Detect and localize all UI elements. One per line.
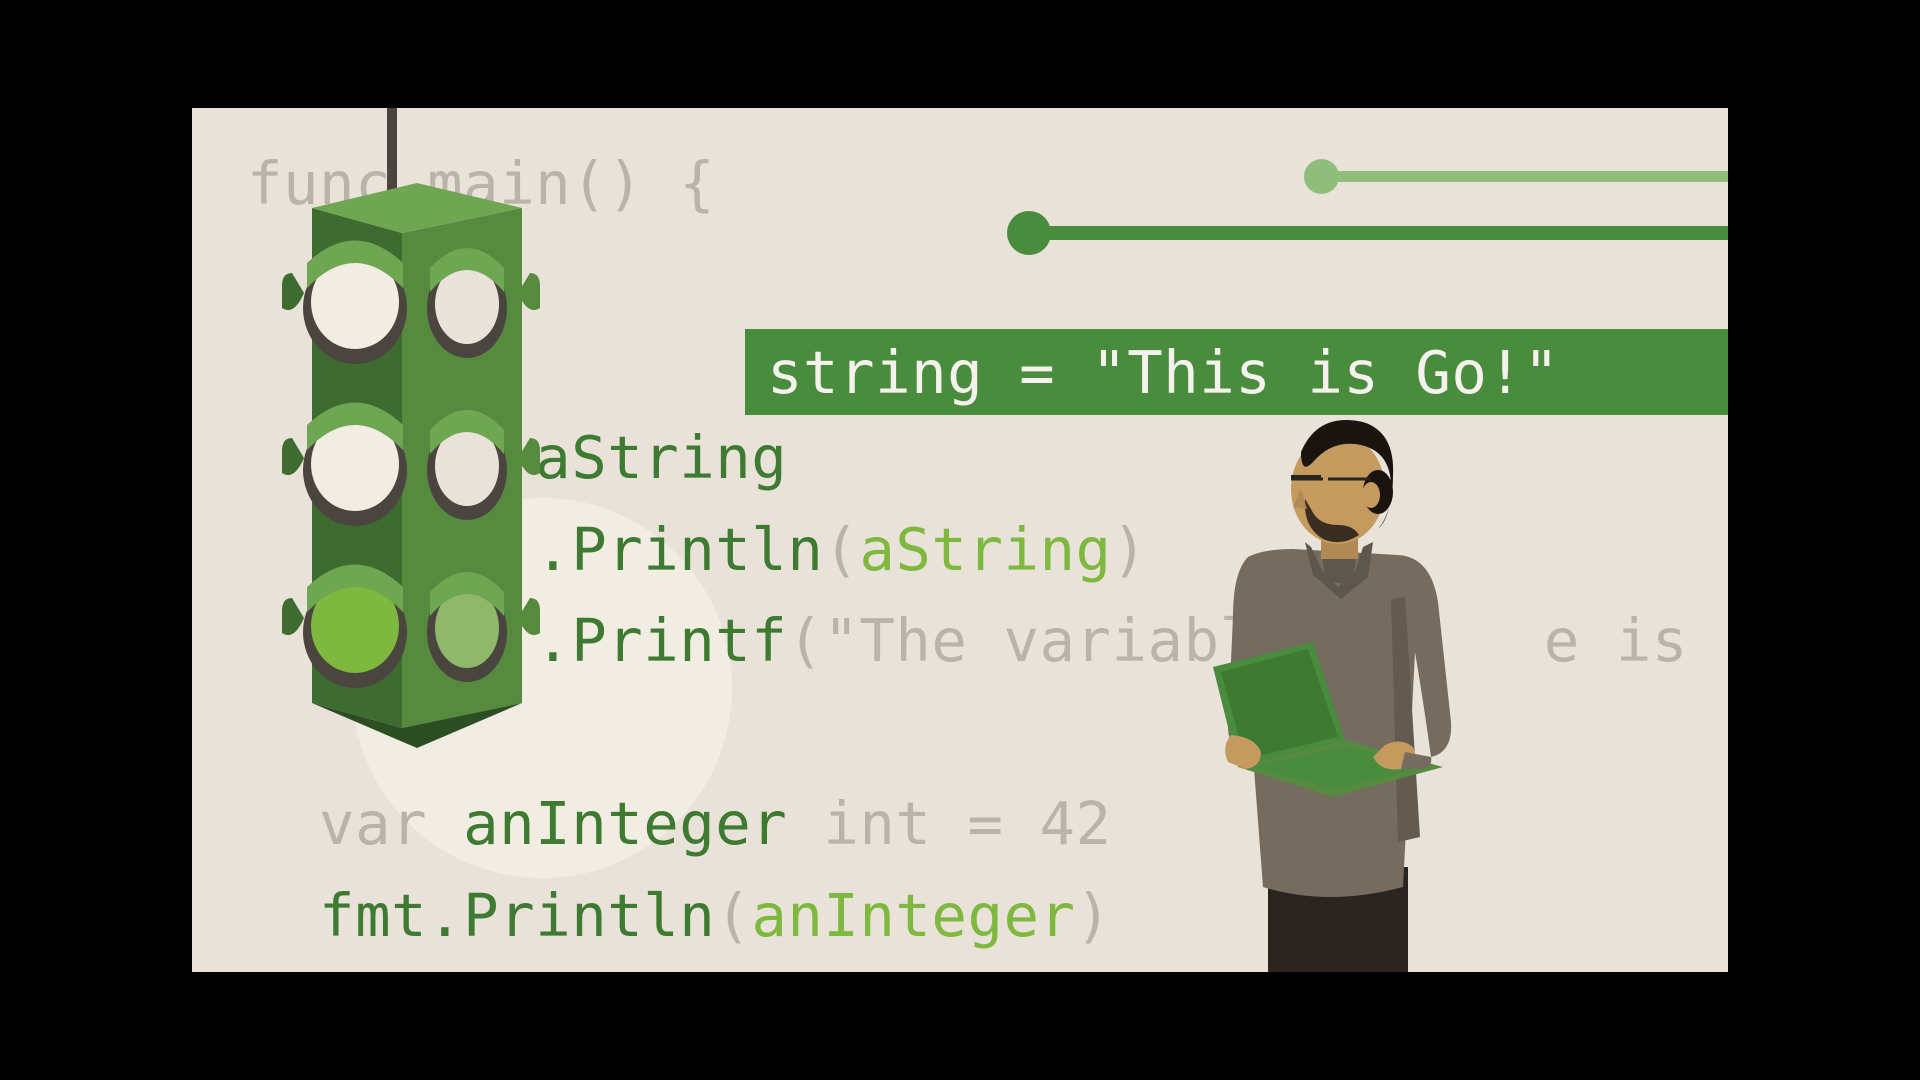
code-func-println2: .Println	[427, 881, 715, 950]
traffic-light-icon	[242, 108, 552, 768]
code-func-printf: .Printf	[535, 606, 787, 675]
person-icon	[1173, 417, 1483, 972]
code-var-astring: aString	[535, 423, 787, 492]
decorative-line-light	[1317, 171, 1728, 182]
code-pkg-fmt: fmt	[319, 881, 427, 950]
code-func-println: .Println	[535, 515, 823, 584]
decorative-line-dark	[1022, 226, 1728, 240]
code-highlight-text: string = "This is Go!"	[767, 338, 1559, 407]
code-param-aninteger: anInteger	[751, 881, 1075, 950]
code-var-aninteger: anInteger	[463, 789, 787, 858]
illustration-canvas: func main() { aString .Println(aString) …	[192, 108, 1728, 972]
code-param-astring: aString	[859, 515, 1111, 584]
